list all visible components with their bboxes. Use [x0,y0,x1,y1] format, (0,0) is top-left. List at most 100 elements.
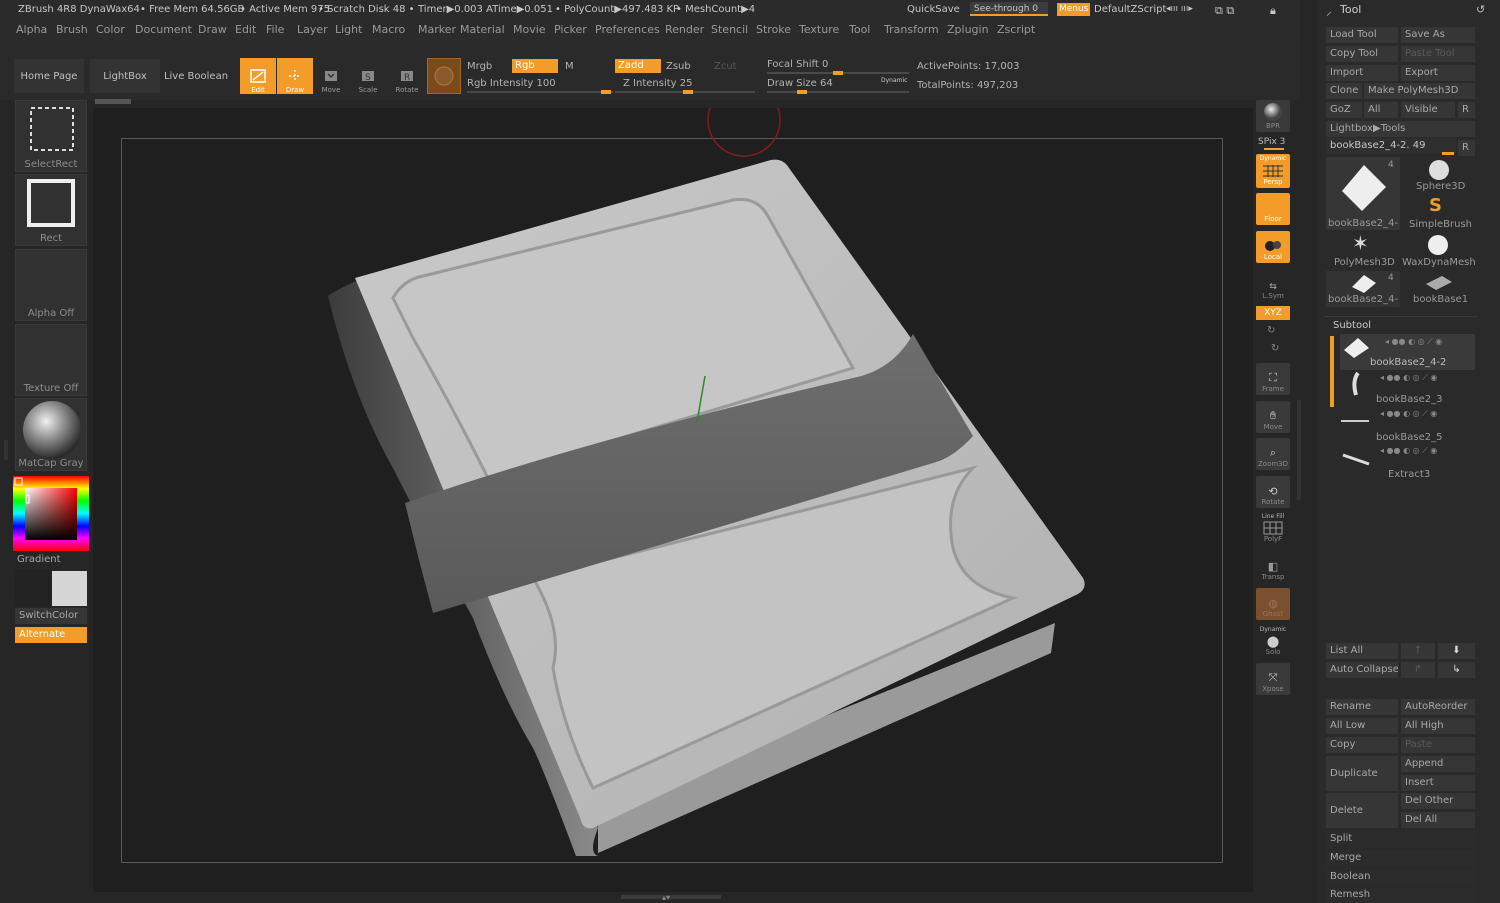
tool-thumb-simplebrush[interactable]: S SimpleBrush [1405,195,1475,231]
boolean-button[interactable]: Boolean [1326,869,1476,885]
goz-r-button[interactable]: R [1458,102,1475,118]
subtool-scrollbar[interactable] [1330,336,1334,407]
solo-button[interactable]: Dynamic ⬤ Solo [1256,626,1290,658]
frame-button[interactable]: ⛶ Frame [1256,363,1290,395]
goz-button[interactable]: GoZ [1326,102,1362,118]
spix-track[interactable] [1264,148,1284,150]
make-polymesh-button[interactable]: Make PolyMesh3D [1364,83,1475,99]
edit-button[interactable]: Edit [240,58,276,94]
scale-button[interactable]: S Scale [350,58,386,94]
zsub-button[interactable]: Zsub [666,61,691,72]
menu-item-preferences[interactable]: Preferences [595,23,660,36]
menu-item-brush[interactable]: Brush [56,23,88,36]
menu-item-texture[interactable]: Texture [799,23,839,36]
delete-button[interactable]: Delete [1326,793,1398,828]
paste-tool-button[interactable]: Paste Tool [1401,46,1475,62]
subtool-item-2[interactable]: ◂ ●● ◐ ◎ ⟋ ◉ bookBase2_3 [1340,371,1475,407]
draw-size-track[interactable] [767,90,909,94]
primary-color[interactable] [52,571,87,606]
import-button[interactable]: Import [1326,65,1398,81]
bottom-tray-toggle-icon[interactable]: ▴▾ [662,893,670,902]
rgb-intensity-track[interactable] [467,90,613,94]
all-high-button[interactable]: All High [1401,718,1475,734]
menu-item-stencil[interactable]: Stencil [711,23,748,36]
zadd-button[interactable]: Zadd [615,59,661,73]
merge-button[interactable]: Merge [1326,850,1476,866]
load-tool-button[interactable]: Load Tool [1326,27,1398,43]
see-through-slider[interactable]: See-through 0 [970,2,1048,16]
rgb-intensity-slider[interactable]: Rgb Intensity 100 [467,78,556,89]
material-swatch[interactable] [427,58,461,94]
goz-all-button[interactable]: All [1364,102,1398,118]
rename-button[interactable]: Rename [1326,699,1398,715]
del-other-button[interactable]: Del Other [1401,793,1475,809]
switch-color-button[interactable]: SwitchColor [15,608,87,624]
quicksave-button[interactable]: QuickSave [907,4,960,15]
focal-shift-track[interactable] [767,71,909,75]
subtool-item-3[interactable]: ◂ ●● ◐ ◎ ⟋ ◉ bookBase2_5 [1340,409,1475,445]
append-button[interactable]: Append [1401,756,1475,772]
menu-item-marker[interactable]: Marker [418,23,456,36]
default-zscript-button[interactable]: DefaultZScript [1094,4,1166,15]
book-model[interactable] [93,108,1253,892]
auto-collapse-button[interactable]: Auto Collapse [1326,662,1398,678]
del-all-button[interactable]: Del All [1401,812,1475,828]
alpha-slot[interactable]: Alpha Off [15,249,87,321]
rotate-z-icon[interactable]: ↻ [1271,343,1279,354]
window-icon[interactable]: ⧉ ⧉ [1215,4,1234,18]
tool-panel-title[interactable]: Tool [1340,3,1361,16]
dynamic-toggle[interactable]: Dynamic [881,77,907,84]
goz-visible-button[interactable]: Visible [1401,102,1455,118]
menu-item-color[interactable]: Color [96,23,125,36]
select-rect-brush[interactable]: SelectRect [15,100,87,172]
mrgb-button[interactable]: Mrgb [467,61,492,72]
rotate-view-button[interactable]: ⟲ Rotate [1256,476,1290,508]
menu-item-picker[interactable]: Picker [554,23,587,36]
texture-slot[interactable]: Texture Off [15,324,87,396]
move-down-arrow-icon[interactable]: ↳ [1438,662,1475,678]
menu-item-edit[interactable]: Edit [235,23,256,36]
menu-item-macro[interactable]: Macro [372,23,405,36]
rotate-button[interactable]: R Rotate [389,58,425,94]
menu-item-stroke[interactable]: Stroke [756,23,791,36]
current-tool-slider[interactable]: bookBase2_4-2. 49 [1326,138,1456,154]
live-boolean-button[interactable]: Live Boolean [162,59,230,93]
split-button[interactable]: Split [1326,831,1476,847]
zoom3d-button[interactable]: ⌕ Zoom3D [1256,438,1290,470]
lightbox-button[interactable]: LightBox [90,59,160,93]
copy-subtool-button[interactable]: Copy [1326,737,1398,753]
m-button[interactable]: M [565,61,574,72]
lock-icon[interactable]: 🔒︎ [1270,4,1276,18]
rect-stroke[interactable]: Rect [15,174,87,246]
move-up-arrow-icon[interactable]: ↱ [1401,662,1435,678]
menu-item-document[interactable]: Document [135,23,192,36]
focal-shift-slider[interactable]: Focal Shift 0 [767,59,828,70]
move-view-button[interactable]: ✋︎ Move [1256,401,1290,433]
transp-button[interactable]: ◧ Transp [1256,551,1290,583]
canvas-bottom-handle[interactable] [621,895,721,899]
ghost-button[interactable]: ◍ Ghost [1256,588,1290,620]
paste-subtool-button[interactable]: Paste [1401,737,1475,753]
subtool-header[interactable]: Subtool [1333,320,1371,331]
right-tray-divider[interactable] [1297,400,1301,500]
insert-button[interactable]: Insert [1401,775,1475,791]
remesh-button[interactable]: Remesh [1326,887,1476,903]
subtool-visibility-icons[interactable]: ◂ ●● ◐ ◎ ⟋ ◉ [1380,446,1437,456]
rgb-button[interactable]: Rgb [512,59,558,73]
polyf-button[interactable]: Line Fill PolyF [1256,513,1290,545]
lightbox-tools-button[interactable]: Lightbox▶Tools [1326,121,1475,137]
subtool-item-1[interactable]: ◂ ●● ◐ ◎ ⟋ ◉ bookBase2_4-2 [1340,334,1475,370]
menu-item-file[interactable]: File [266,23,284,36]
menu-item-draw[interactable]: Draw [198,23,227,36]
xyz-button[interactable]: XYZ [1256,306,1290,320]
layout-icon[interactable]: ◂ııı ııı▸ [1166,4,1193,14]
tool-thumb-bookbase-copy[interactable]: 4 bookBase2_4- [1326,271,1400,307]
tool-thumb-waxdynamesh[interactable]: WaxDynaMesh [1402,233,1476,269]
matcap-slot[interactable]: MatCap Gray [15,398,87,471]
save-as-button[interactable]: Save As [1401,27,1475,43]
floor-button[interactable]: Floor [1256,193,1290,225]
tool-thumb-sphere3d[interactable]: Sphere3D [1405,157,1475,193]
list-all-button[interactable]: List All [1326,643,1398,659]
tool-thumb-bookbase-active[interactable]: 4 bookBase2_4- [1326,157,1400,230]
menu-item-transform[interactable]: Transform [884,23,939,36]
